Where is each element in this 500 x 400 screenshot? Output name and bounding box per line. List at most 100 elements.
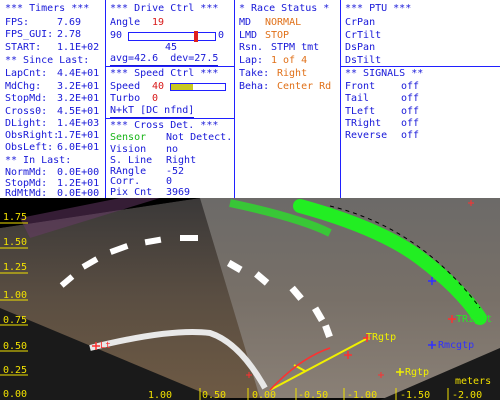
turbo-value: 0 (152, 93, 159, 104)
speed-bar-fill (171, 84, 193, 90)
x-tick-label: -1.50 (400, 390, 430, 400)
label-rmcgtp: Rmcgtp (438, 340, 474, 351)
obsright-value: 1.7E+01 (57, 130, 100, 141)
angle-slider-knob (194, 31, 198, 42)
cross0-label: Cross0: (5, 106, 48, 117)
drive-column: *** Drive Ctrl *** Angle 19 90 0 45 avg=… (106, 0, 234, 198)
signal-reverse-label: Reverse (345, 130, 388, 141)
angle-range-min: 90 (110, 30, 123, 41)
signal-tail-label: Tail (345, 93, 370, 104)
lap-label: Lap: (239, 55, 264, 66)
signal-tleft-value: off (401, 106, 420, 117)
y-tick-label: 0.75 (3, 315, 27, 326)
ptu-item-dspan: DsPan (345, 42, 376, 53)
ptu-title: *** PTU *** (345, 3, 412, 14)
x-tick-label: -2.00 (452, 390, 482, 400)
camera-track-view: Lt TRgtp TRight Rmcgtp Rgtp 1.75 1.50 1.… (0, 198, 500, 400)
stopmd-label: StopMd: (5, 93, 48, 104)
fps-gui-label: FPS_GUI: (5, 29, 54, 40)
obsleft-label: ObsLeft: (5, 142, 54, 153)
speed-ctrl-title: *** Speed Ctrl *** (110, 68, 219, 79)
rsn-label: Rsn. (239, 42, 264, 53)
dlight-label: DLight: (5, 118, 48, 129)
y-tick-label: 1.00 (3, 290, 27, 301)
y-tick-label: 0.50 (3, 341, 27, 352)
status-panel: *** Timers *** FPS: 7.69 FPS_GUI: 2.78 S… (0, 0, 500, 198)
obsright-label: ObsRight: (5, 130, 60, 141)
beha-value: Center Rd (277, 81, 332, 92)
signal-front-value: off (401, 81, 420, 92)
track-plot: Lt TRgtp TRight Rmcgtp Rgtp 1.75 1.50 1.… (0, 198, 500, 400)
cross-det-title: *** Cross Det. *** (110, 120, 219, 131)
signal-tleft-label: TLeft (345, 106, 376, 117)
md-label: MD (239, 17, 252, 28)
stopmd-value: 3.2E+01 (57, 93, 100, 104)
rdmtmd-label: RdMtMd: (5, 188, 48, 198)
lapcnt-label: LapCnt: (5, 68, 48, 79)
angle-value: 19 (152, 17, 165, 28)
start-value: 1.1E+02 (57, 42, 100, 53)
x-tick-label: -1.00 (347, 390, 377, 400)
fps-value: 7.69 (57, 17, 82, 28)
timers-column: *** Timers *** FPS: 7.69 FPS_GUI: 2.78 S… (0, 0, 104, 198)
ptu-item-crpan: CrPan (345, 17, 376, 28)
avg-dev-readout: avg=42.6 dev=27.5 (110, 53, 219, 66)
signal-tail-value: off (401, 93, 420, 104)
speed-label: Speed (110, 81, 141, 92)
race-status-title: * Race Status * (239, 3, 330, 14)
nkt-status: N+kT [DC nfnd] (110, 105, 195, 118)
ptu-item-crtilt: CrTilt (345, 30, 382, 41)
angle-slider (128, 31, 216, 42)
signal-front-label: Front (345, 81, 376, 92)
pixcnt-label: Pix Cnt (110, 187, 153, 198)
signal-tright-label: TRight (345, 118, 382, 129)
lmd-label: LMD (239, 30, 258, 41)
label-tright: TRight (456, 314, 492, 325)
rsn-value: STPM tmt (271, 42, 320, 53)
section-divider (106, 66, 234, 67)
obsleft-value: 6.0E+01 (57, 142, 100, 153)
signals-title: ** SIGNALS ** (345, 68, 424, 79)
x-tick-label: 1.00 (148, 390, 172, 400)
mdchg-value: 3.2E+01 (57, 81, 100, 92)
cross0-value: 4.5E+01 (57, 106, 100, 117)
since-last-title: ** Since Last: (5, 55, 90, 66)
timers-title: *** Timers *** (5, 3, 90, 14)
drive-ctrl-title: *** Drive Ctrl *** (110, 3, 219, 14)
race-status-column: * Race Status * MD NORMAL LMD STOP Rsn. … (235, 0, 340, 198)
y-tick-label: 0.25 (3, 365, 27, 376)
speed-bar (170, 83, 226, 91)
fps-gui-value: 2.78 (57, 29, 82, 40)
sensor-value: Not Detect. (166, 132, 233, 143)
x-axis-units: meters (455, 376, 491, 387)
x-tick-label: -0.50 (298, 390, 328, 400)
lapcnt-value: 4.4E+01 (57, 68, 100, 79)
take-value: Right (277, 68, 308, 79)
in-last-title: ** In Last: (5, 155, 72, 166)
y-tick-label: 1.50 (3, 237, 27, 248)
ptu-column: *** PTU *** CrPan CrTilt DsPan DsTilt **… (341, 0, 500, 198)
pixcnt-value: 3969 (166, 187, 191, 198)
speed-value: 40 (152, 81, 165, 92)
dlight-value: 1.4E+03 (57, 118, 100, 129)
md-value: NORMAL (265, 17, 302, 28)
label-rgtp: Rgtp (405, 367, 429, 378)
angle-label: Angle (110, 17, 141, 28)
section-divider (106, 118, 234, 119)
angle-range-max: 0 (218, 30, 225, 41)
section-divider (341, 66, 500, 67)
rdmtmd-value: 0.0E+00 (57, 188, 100, 198)
start-label: START: (5, 42, 42, 53)
turbo-label: Turbo (110, 93, 141, 104)
y-tick-label: 1.75 (3, 212, 27, 223)
y-tick-label: 1.25 (3, 262, 27, 273)
sensor-label: Sensor (110, 132, 147, 143)
signal-tright-value: off (401, 118, 420, 129)
take-label: Take: (239, 68, 270, 79)
marker-label-left: Lt (100, 341, 111, 351)
beha-label: Beha: (239, 81, 270, 92)
fps-label: FPS: (5, 17, 30, 28)
y-tick-label: 0.00 (3, 389, 27, 400)
mdchg-label: MdChg: (5, 81, 42, 92)
lmd-value: STOP (265, 30, 290, 41)
